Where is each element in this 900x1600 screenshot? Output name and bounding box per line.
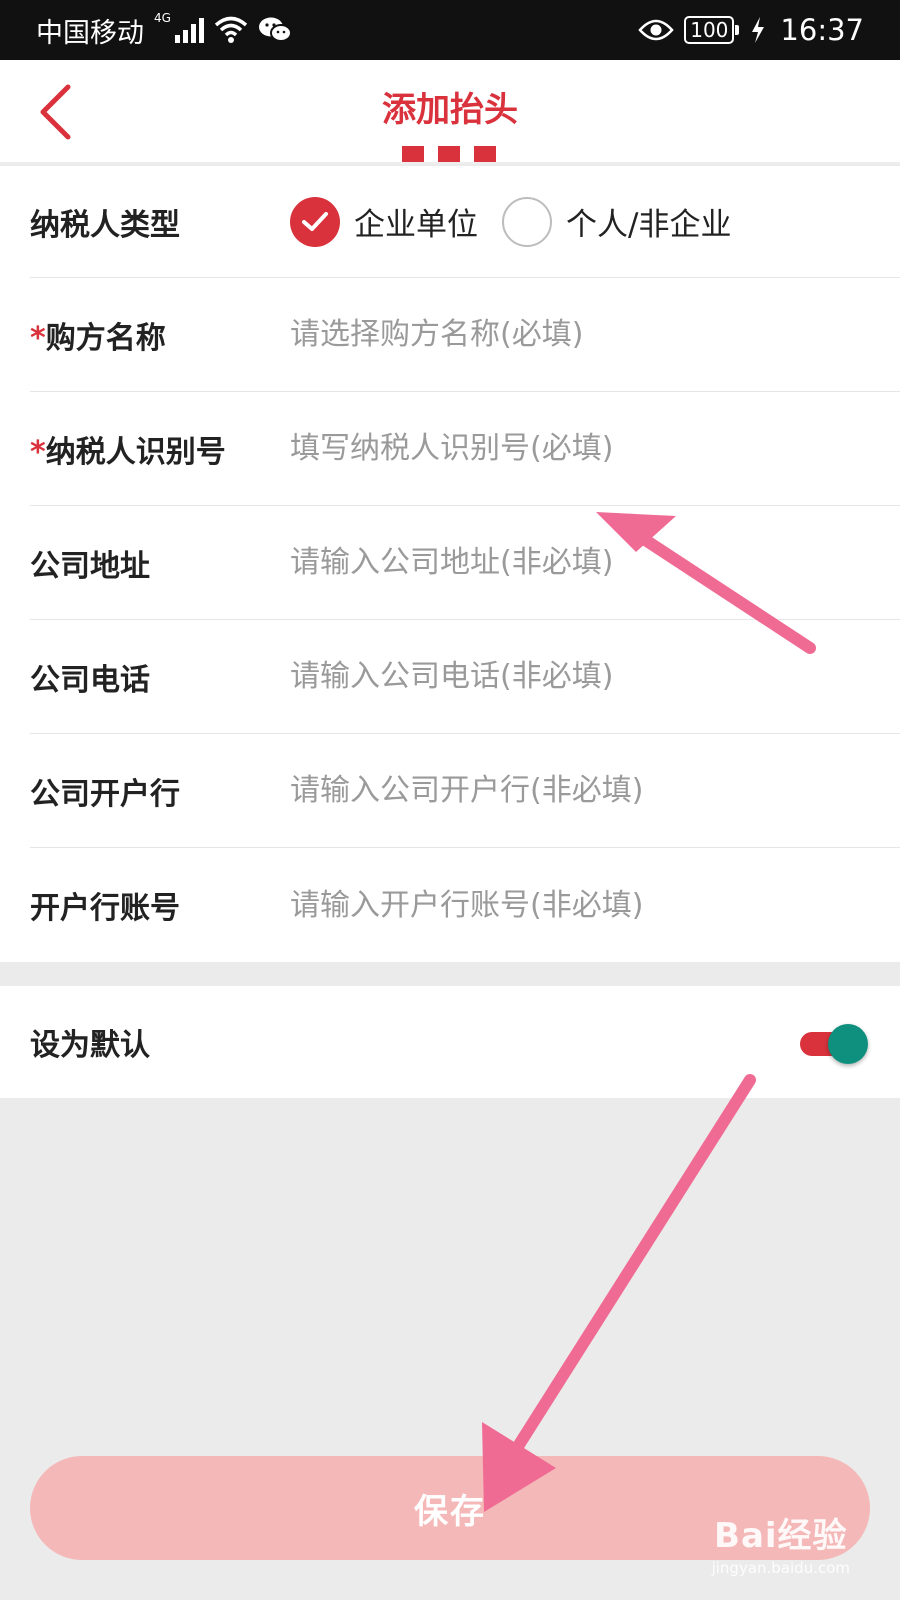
taxpayer-id-row: *纳税人识别号 [30, 392, 900, 506]
wechat-icon [258, 17, 292, 42]
baidu-jingyan-watermark: Bai经验 jingyan.baidu.com [712, 1508, 850, 1577]
radio-checked-icon [290, 196, 340, 247]
buyer-name-input[interactable] [290, 304, 900, 365]
taxpayer-id-label-text: 纳税人识别号 [45, 434, 226, 470]
company-address-row: 公司地址 [30, 506, 900, 620]
arrow-to-save-button-icon [482, 1074, 756, 1512]
company-phone-input[interactable] [290, 646, 900, 707]
radio-individual-label: 个人/非企业 [566, 207, 732, 243]
bank-account-row: 开户行账号 [30, 848, 900, 962]
bank-account-input[interactable] [290, 875, 900, 935]
buyer-name-label-text: 购方名称 [45, 320, 166, 356]
default-setting-row: 设为默认 [0, 986, 900, 1098]
company-bank-input[interactable] [290, 760, 900, 821]
clock-time: 16:37 [780, 13, 864, 47]
required-mark: * [30, 434, 46, 470]
watermark-url: jingyan.baidu.com [711, 1559, 850, 1577]
page-header: 添加抬头 [0, 60, 900, 164]
default-setting-label: 设为默认 [30, 1028, 150, 1063]
battery-icon: 100 [684, 16, 740, 44]
page-title: 添加抬头 [382, 90, 518, 130]
buyer-name-row: *购方名称 [30, 278, 900, 392]
company-bank-label: 公司开户行 [30, 776, 180, 812]
status-left: 中国移动 4G [36, 11, 292, 50]
watermark-logo: Bai经验 [714, 1516, 848, 1556]
bank-account-label: 开户行账号 [30, 891, 180, 926]
signal-icon [174, 17, 204, 43]
carrier-name: 中国移动 [36, 17, 144, 49]
radio-enterprise-label: 企业单位 [354, 207, 478, 243]
toggle-knob [828, 1024, 868, 1064]
company-phone-row: 公司电话 [30, 620, 900, 734]
network-type: 4G [154, 10, 171, 25]
wifi-icon [214, 16, 248, 43]
company-address-input[interactable] [290, 532, 900, 593]
taxpayer-type-label: 纳税人类型 [30, 207, 180, 243]
buyer-name-label: *购方名称 [30, 313, 290, 357]
taxpayer-id-input[interactable] [290, 418, 900, 479]
company-phone-label: 公司电话 [30, 662, 150, 698]
charging-icon [752, 17, 765, 43]
invoice-header-form: 纳税人类型 企业单位 个人/非企业 *购方名称 *纳税人识别号 公司地址 公司电… [0, 166, 900, 962]
taxpayer-type-row: 纳税人类型 企业单位 个人/非企业 [30, 166, 900, 278]
eye-icon [638, 19, 674, 41]
required-mark: * [30, 320, 46, 356]
battery-level: 100 [690, 18, 729, 42]
status-bar: 中国移动 4G 100 16:37 [0, 0, 900, 60]
radio-individual[interactable]: 个人/非企业 [502, 196, 732, 247]
title-decoration [402, 146, 496, 162]
taxpayer-type-radio-group: 企业单位 个人/非企业 [290, 196, 755, 247]
company-bank-row: 公司开户行 [30, 734, 900, 848]
taxpayer-id-label: *纳税人识别号 [30, 427, 290, 471]
radio-enterprise[interactable]: 企业单位 [290, 196, 478, 247]
radio-unchecked-icon [502, 196, 552, 247]
status-right: 100 16:37 [638, 13, 864, 47]
company-address-label: 公司地址 [30, 548, 150, 584]
default-toggle-switch[interactable] [800, 1024, 868, 1064]
